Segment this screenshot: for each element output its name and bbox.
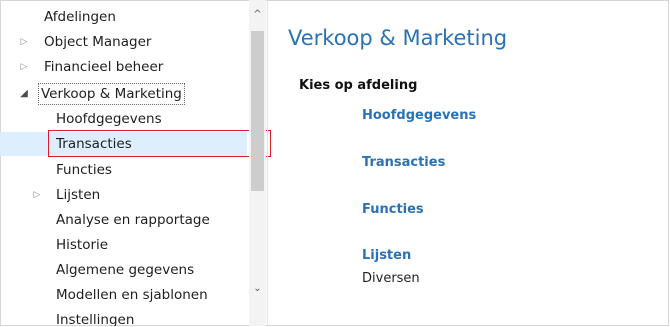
tree-item-analyse-en-rapportage[interactable]: Analyse en rapportage [0, 208, 247, 232]
tree-item-object-manager[interactable]: ▷ Object Manager [0, 30, 247, 54]
tree-item-label: Lijsten [56, 187, 101, 203]
tree-item-label: Functies [56, 162, 112, 178]
scrollbar-thumb[interactable] [251, 31, 264, 191]
chevron-up-icon[interactable]: ^ [249, 6, 266, 23]
tree-item-functies[interactable]: Functies [0, 158, 247, 182]
collapse-arrow-icon[interactable]: ◢ [19, 82, 29, 106]
tree-scrollbar[interactable]: ^ ⌄ [249, 0, 266, 326]
tree-item-label: Instellingen [56, 312, 135, 326]
tree-item-label: Historie [56, 237, 109, 253]
tree-item-hoofdgegevens[interactable]: Hoofdgegevens [0, 107, 247, 131]
tree-item-lijsten[interactable]: ▷ Lijsten [0, 183, 247, 207]
tree-item-afdelingen[interactable]: Afdelingen [0, 5, 247, 29]
tree-item-instellingen[interactable]: Instellingen [0, 308, 247, 326]
tree-item-label: Algemene gegevens [56, 262, 195, 278]
tree-item-historie[interactable]: Historie [0, 233, 247, 257]
tree-item-label: Transacties [56, 136, 132, 152]
tree-item-verkoop-marketing[interactable]: ◢ Verkoop & Marketing [0, 82, 247, 106]
page-title: Verkoop & Marketing [288, 26, 508, 50]
content-panel: Verkoop & Marketing Kies op afdeling Hoo… [268, 0, 668, 326]
link-hoofdgegevens[interactable]: Hoofdgegevens [362, 108, 476, 123]
tree-item-label: Financieel beheer [44, 59, 164, 75]
link-functies[interactable]: Functies [362, 202, 424, 217]
text-diversen: Diversen [362, 271, 420, 286]
tree-item-label: Hoofdgegevens [56, 111, 162, 127]
navigation-tree: Afdelingen ▷ Object Manager ▷ Financieel… [0, 0, 248, 326]
tree-item-transacties[interactable]: Transacties [0, 132, 247, 156]
expand-arrow-icon[interactable]: ▷ [32, 183, 42, 207]
tree-item-label: Modellen en sjablonen [56, 287, 208, 303]
link-lijsten[interactable]: Lijsten [362, 248, 411, 263]
tree-item-modellen-en-sjablonen[interactable]: Modellen en sjablonen [0, 283, 247, 307]
chevron-down-icon[interactable]: ⌄ [249, 280, 266, 297]
tree-item-label: Afdelingen [44, 9, 116, 25]
tree-item-label: Verkoop & Marketing [38, 83, 185, 105]
expand-arrow-icon[interactable]: ▷ [19, 55, 29, 79]
tree-item-label: Object Manager [44, 34, 152, 50]
link-transacties[interactable]: Transacties [362, 155, 445, 170]
tree-item-financieel-beheer[interactable]: ▷ Financieel beheer [0, 55, 247, 79]
tree-item-label: Analyse en rapportage [56, 212, 210, 228]
expand-arrow-icon[interactable]: ▷ [19, 30, 29, 54]
section-label: Kies op afdeling [299, 78, 418, 93]
tree-item-algemene-gegevens[interactable]: Algemene gegevens [0, 258, 247, 282]
